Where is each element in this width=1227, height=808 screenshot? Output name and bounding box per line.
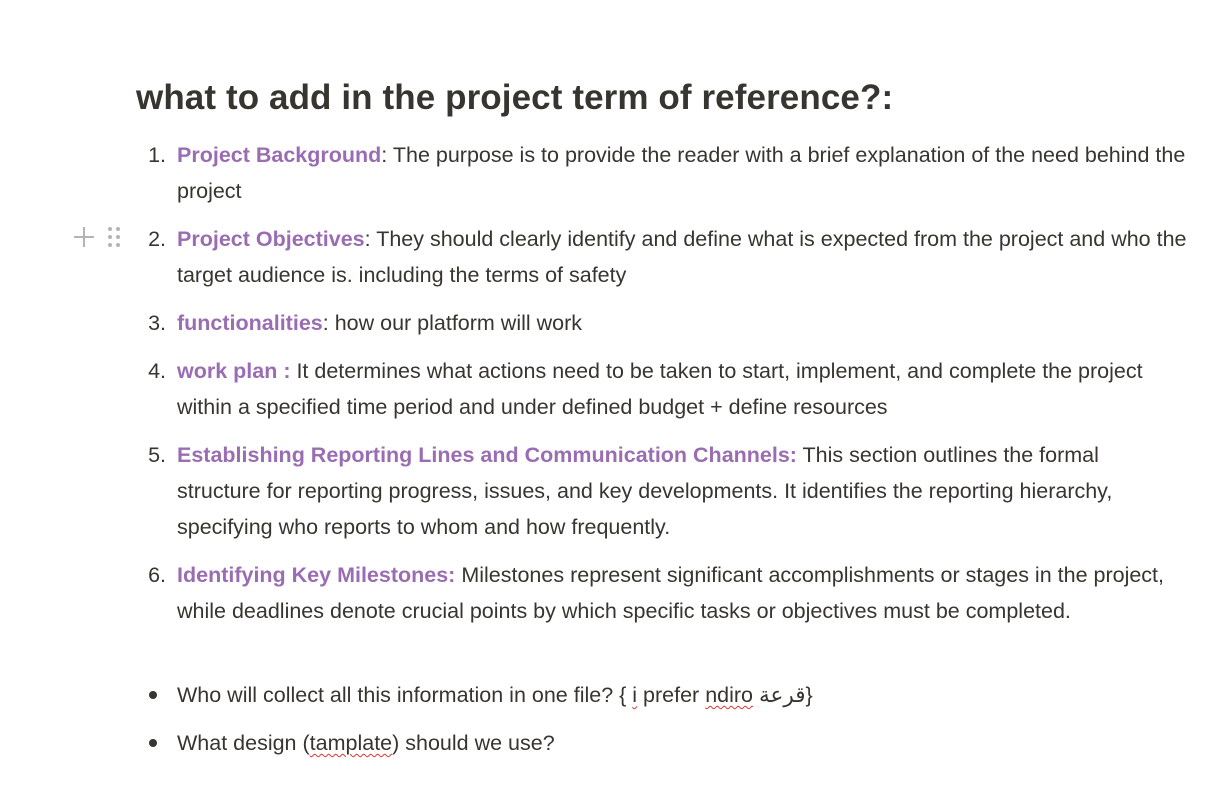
numbered-list-item[interactable]: 3. functionalities: how our platform wil… (136, 305, 1196, 341)
plus-icon[interactable] (72, 225, 96, 249)
list-number: 3. (148, 311, 166, 335)
list-item-content[interactable]: Establishing Reporting Lines and Communi… (177, 437, 1187, 545)
bullet-text: prefer (637, 683, 706, 707)
bullet-text: Who will collect all this information in… (177, 683, 633, 707)
bullet-text: قرعة} (753, 683, 813, 707)
numbered-list-item[interactable]: 6. Identifying Key Milestones: Milestone… (136, 557, 1196, 629)
bulleted-list-item[interactable]: Who will collect all this information in… (136, 677, 1196, 713)
numbered-list-item[interactable]: 5. Establishing Reporting Lines and Comm… (136, 437, 1196, 545)
bullet-dot-icon (149, 739, 157, 747)
misspelled-word[interactable]: tamplate (310, 731, 392, 755)
item-text: It determines what actions need to be ta… (177, 359, 1143, 419)
list-number: 1. (148, 143, 166, 167)
numbered-list-item[interactable]: 2. Project Objectives: They should clear… (136, 221, 1196, 293)
bullet-dot-icon (149, 691, 157, 699)
block-handle (72, 225, 128, 251)
numbered-list-item[interactable]: 4. work plan : It determines what action… (136, 353, 1196, 425)
list-item-content[interactable]: Project Objectives: They should clearly … (177, 221, 1187, 293)
bulleted-list-item[interactable]: What design (tamplate) should we use? (136, 725, 1196, 761)
document-page: what to add in the project term of refer… (0, 0, 1227, 808)
list-number: 5. (148, 443, 166, 467)
item-title: Project Objectives (177, 227, 365, 251)
list-item-content[interactable]: Project Background: The purpose is to pr… (177, 137, 1187, 209)
list-item-content[interactable]: work plan : It determines what actions n… (177, 353, 1187, 425)
misspelled-word[interactable]: ndiro (705, 683, 753, 707)
list-item-content[interactable]: What design (tamplate) should we use? (177, 725, 1187, 761)
numbered-list-item[interactable]: 1. Project Background: The purpose is to… (136, 137, 1196, 209)
list-number: 2. (148, 227, 166, 251)
page-heading[interactable]: what to add in the project term of refer… (136, 78, 893, 118)
list-number: 4. (148, 359, 166, 383)
item-title: Identifying Key Milestones: (177, 563, 456, 587)
list-number: 6. (148, 563, 166, 587)
item-title: Project Background (177, 143, 382, 167)
drag-handle-icon[interactable] (106, 225, 122, 249)
list-item-content[interactable]: Who will collect all this information in… (177, 677, 1187, 713)
item-title: work plan : (177, 359, 291, 383)
item-title: functionalities (177, 311, 323, 335)
bullet-text: ) should we use? (392, 731, 555, 755)
list-item-content[interactable]: Identifying Key Milestones: Milestones r… (177, 557, 1187, 629)
list-item-content[interactable]: functionalities: how our platform will w… (177, 305, 1187, 341)
item-title: Establishing Reporting Lines and Communi… (177, 443, 797, 467)
bullet-text: What design ( (177, 731, 310, 755)
item-text: how our platform will work (328, 311, 583, 335)
